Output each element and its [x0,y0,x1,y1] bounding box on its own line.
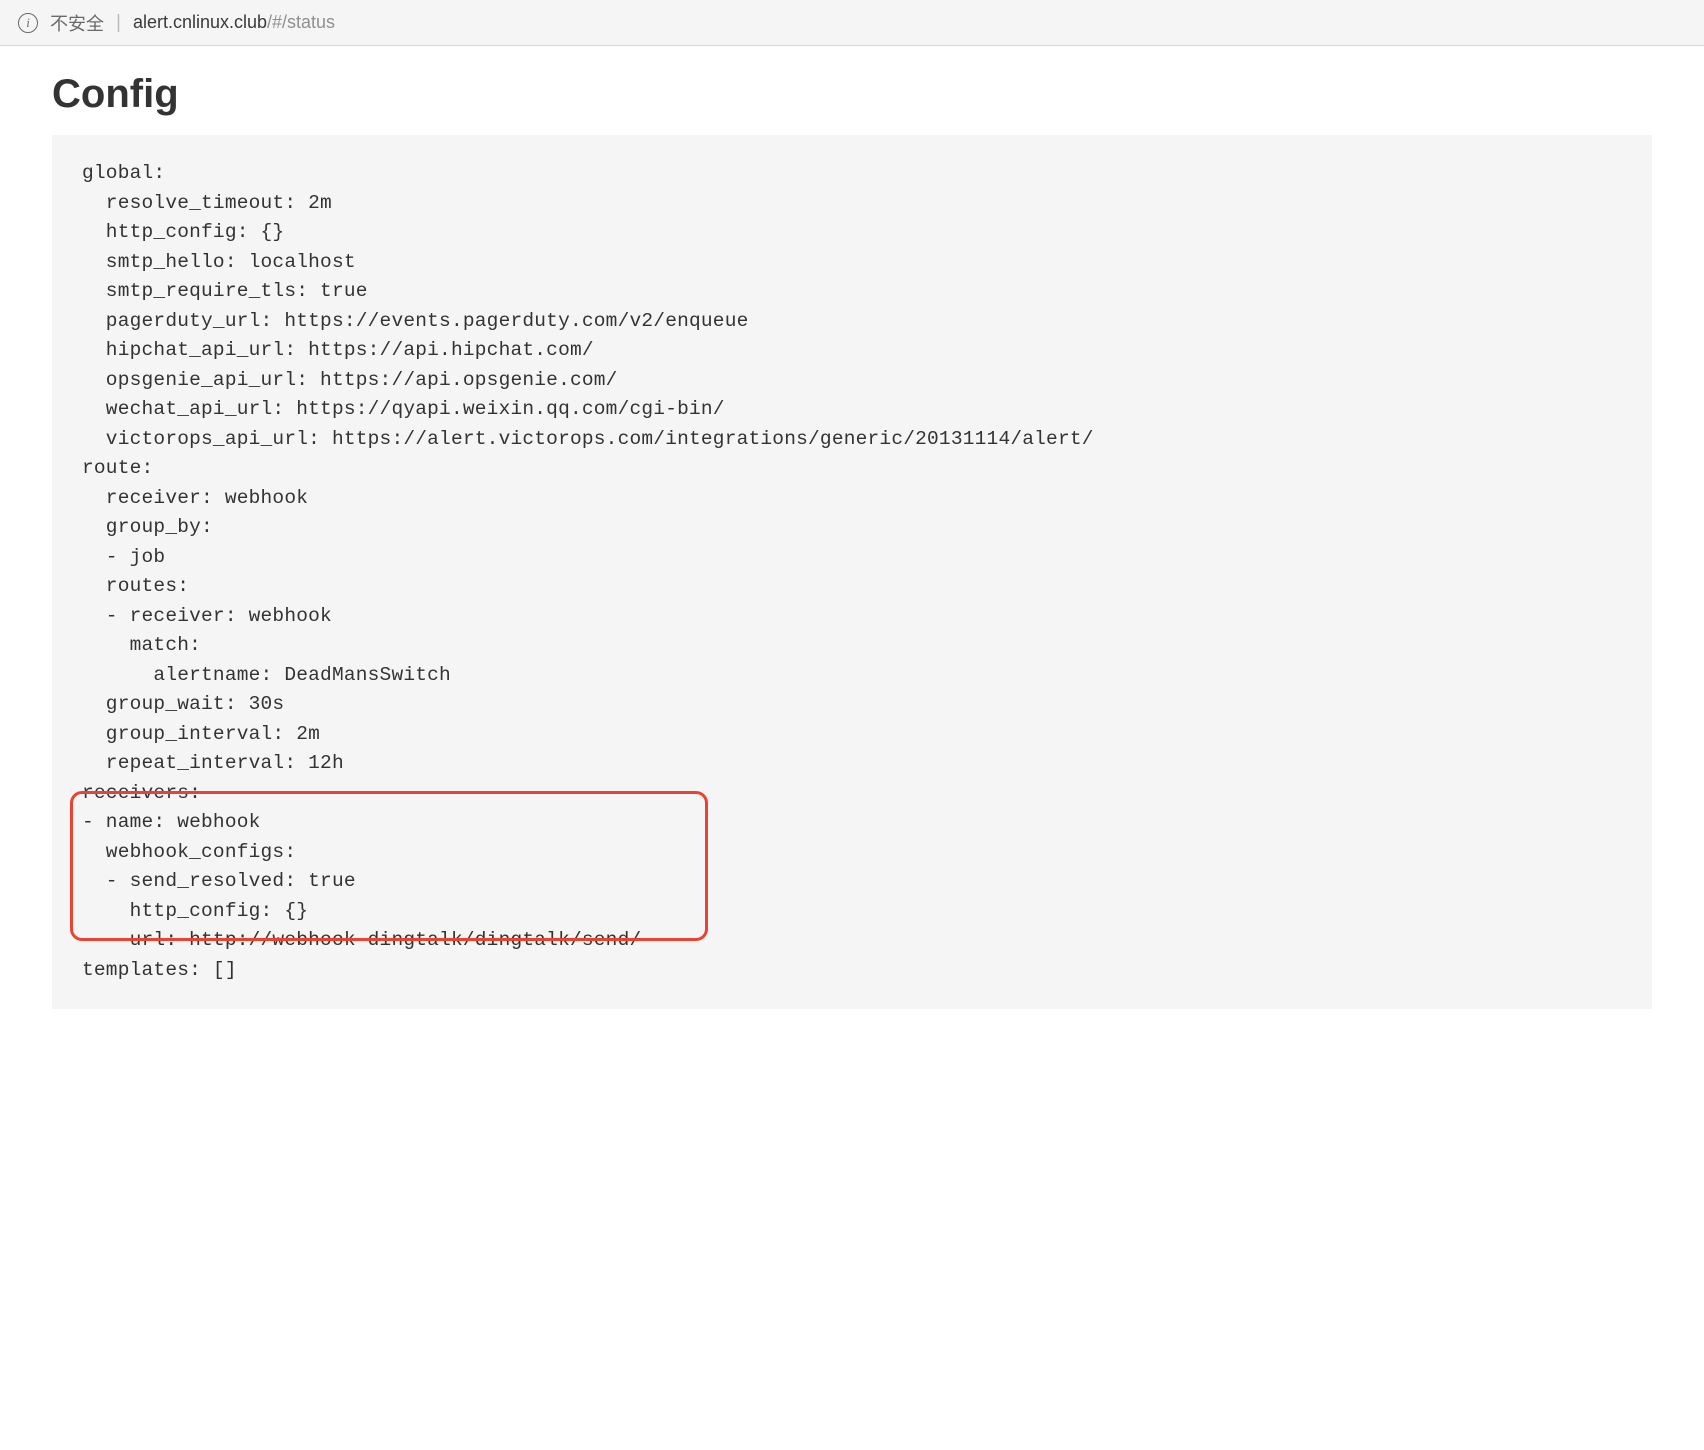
url-path: /#/status [267,12,335,32]
url-display[interactable]: alert.cnlinux.club/#/status [133,12,335,33]
page-title: Config [52,72,1652,117]
security-status: 不安全 [50,10,104,36]
config-code-block: global: resolve_timeout: 2m http_config:… [52,135,1652,1009]
browser-address-bar: i 不安全 | alert.cnlinux.club/#/status [0,0,1704,46]
page-content: Config global: resolve_timeout: 2m http_… [0,46,1704,1049]
config-text: global: resolve_timeout: 2m http_config:… [82,159,1622,985]
divider: | [116,12,121,34]
url-host: alert.cnlinux.club [133,12,267,32]
info-icon[interactable]: i [18,13,38,33]
